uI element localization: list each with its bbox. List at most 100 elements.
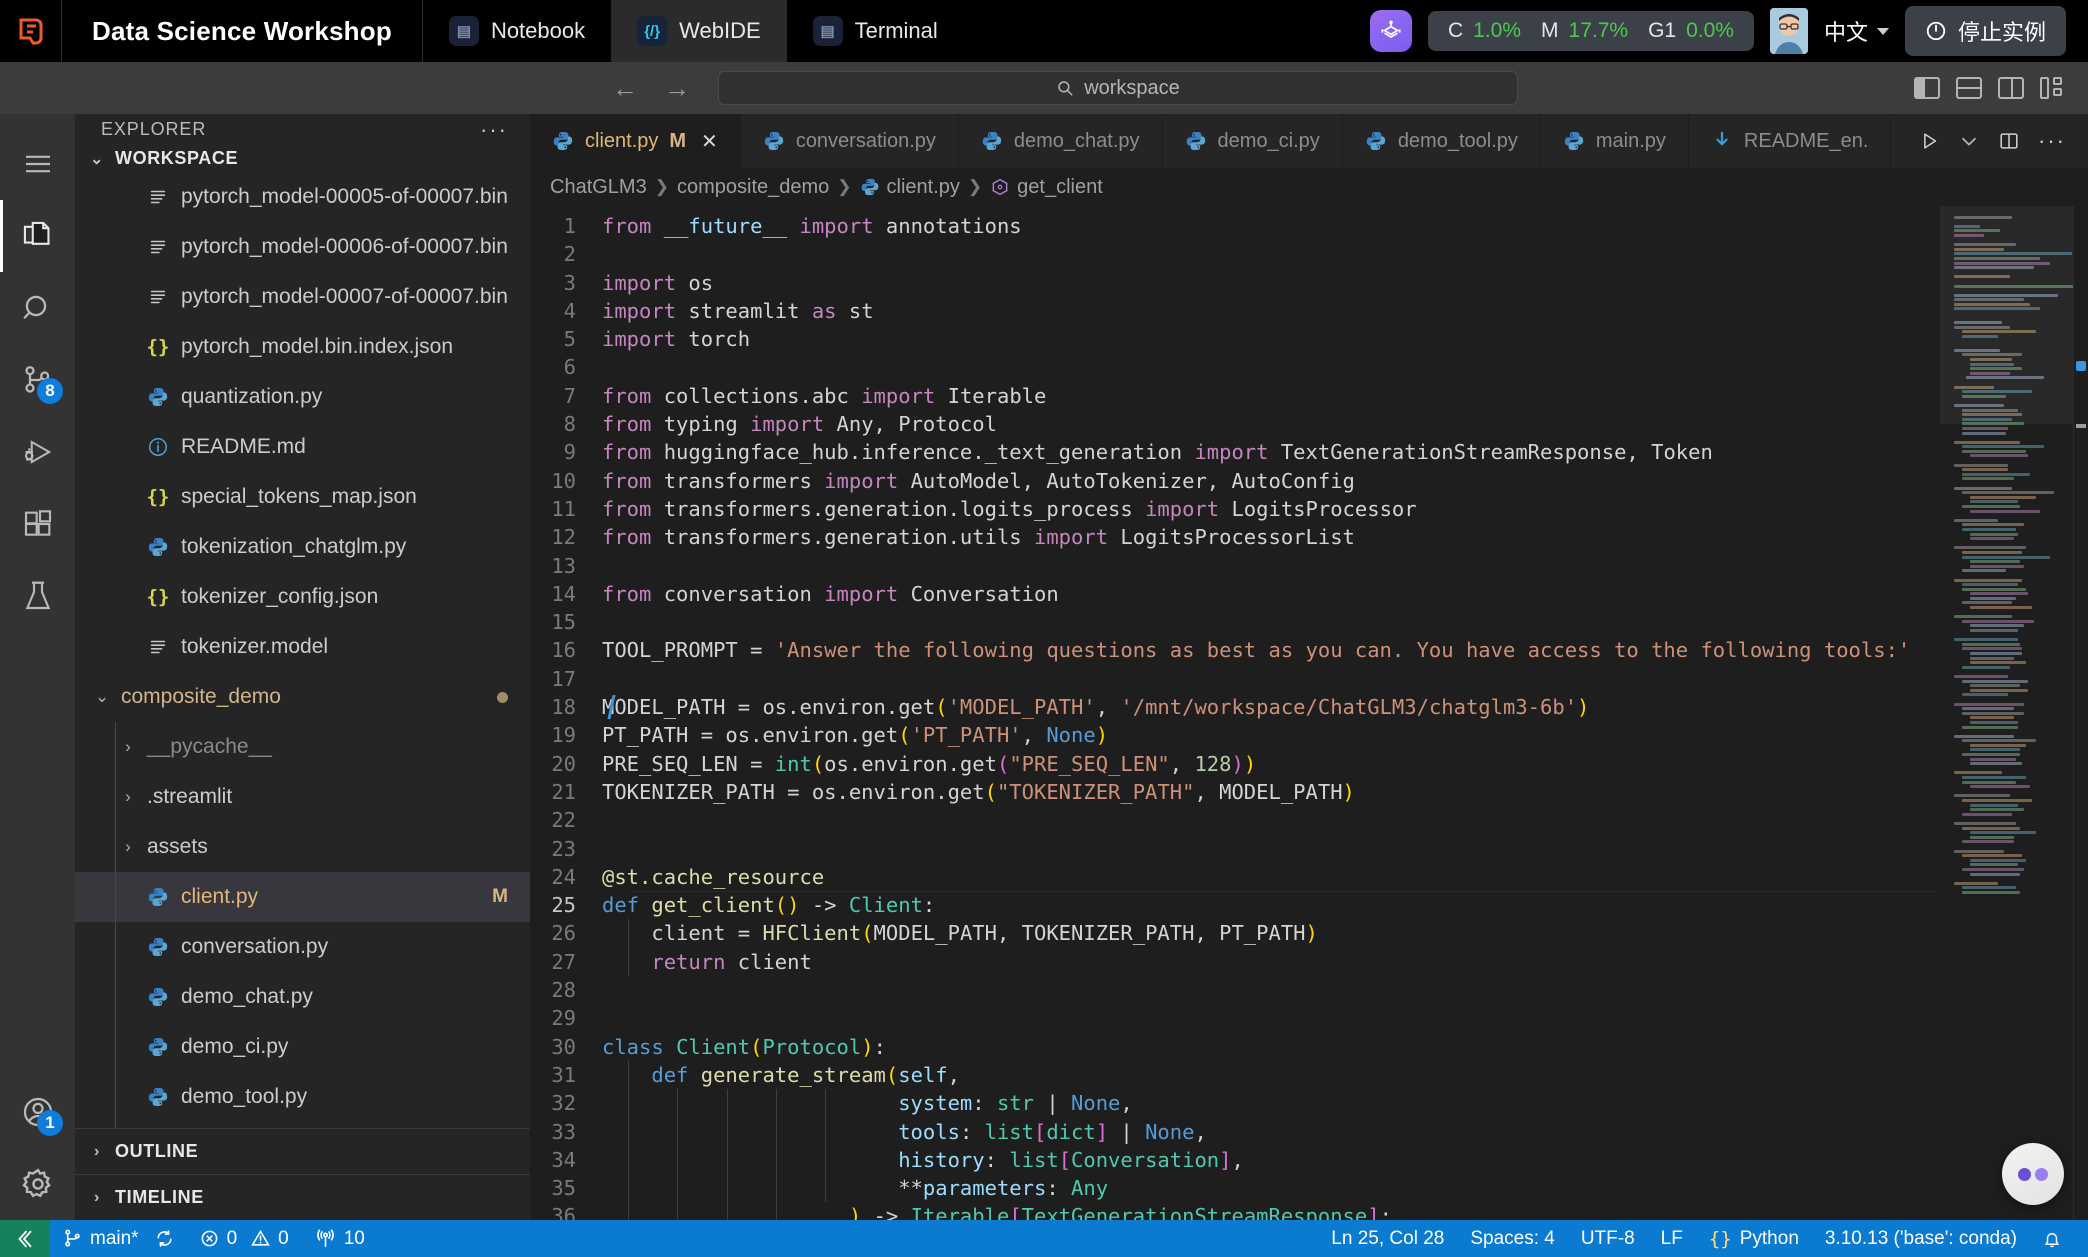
minimap-line — [1970, 716, 2014, 719]
tree-file-tokenization-chatglm-py[interactable]: tokenization_chatglm.py — [75, 522, 530, 572]
status-problems[interactable]: 0 0 — [187, 1220, 302, 1257]
editor-scrollbar[interactable] — [2074, 206, 2088, 1220]
tab-main-py[interactable]: main.py — [1541, 114, 1689, 168]
status-branch[interactable]: main* — [50, 1220, 187, 1257]
tree-file-client-py[interactable]: client.pyM — [75, 872, 530, 922]
workspace-section-header[interactable]: ⌄ WORKSPACE — [75, 146, 530, 172]
indent-guide — [825, 1174, 826, 1202]
tree-file-demo-chat-py[interactable]: demo_chat.py — [75, 972, 530, 1022]
minimap-line — [1962, 505, 2020, 508]
chevron-down-icon[interactable] — [1958, 130, 1980, 152]
more-actions-icon[interactable]: ··· — [480, 117, 508, 143]
sidebar-item-accounts[interactable]: 1 — [0, 1076, 75, 1148]
sidebar-item-testing[interactable] — [0, 560, 75, 632]
more-actions-icon[interactable]: ··· — [2038, 128, 2066, 154]
breadcrumb-item-get-client[interactable]: get_client — [990, 176, 1103, 199]
remote-window-button[interactable] — [0, 1220, 50, 1257]
outline-panel-header[interactable]: › OUTLINE — [75, 1128, 530, 1174]
timeline-panel-header[interactable]: › TIMELINE — [75, 1174, 530, 1220]
platform-tab-terminal[interactable]: ▤ Terminal — [787, 0, 964, 62]
search-input[interactable]: workspace — [718, 71, 1518, 105]
tree-file-pytorch-model-00007-of-00007-bin[interactable]: pytorch_model-00007-of-00007.bin — [75, 272, 530, 322]
tree-file-tokenizer-model[interactable]: tokenizer.model — [75, 622, 530, 672]
tree-file-special-tokens-map-json[interactable]: {}special_tokens_map.json — [75, 472, 530, 522]
sidebar-item-source-control[interactable]: 8 — [0, 344, 75, 416]
tree-folder--streamlit[interactable]: ›.streamlit — [75, 772, 530, 822]
status-python-interpreter[interactable]: 3.10.13 ('base': conda) — [1812, 1220, 2030, 1257]
scrollbar-marker-cursor — [2076, 361, 2086, 371]
tree-file-readme-md[interactable]: README.md — [75, 422, 530, 472]
close-icon[interactable]: ✕ — [701, 129, 718, 154]
tree-file-conversation-py[interactable]: conversation.py — [75, 922, 530, 972]
source-code[interactable]: 1from __future__ import annotations 2 3i… — [530, 206, 1940, 1220]
sidebar-item-settings[interactable] — [0, 1148, 75, 1220]
language-selector[interactable]: 中文 — [1824, 15, 1889, 47]
code-token: ( — [750, 1035, 762, 1059]
minimap[interactable] — [1940, 206, 2088, 1220]
code-token: ) — [1244, 752, 1256, 776]
tree-folder--pycache-[interactable]: ›__pycache__ — [75, 722, 530, 772]
sidebar-item-run-and-debug[interactable] — [0, 416, 75, 488]
tree-file-tokenizer-config-json[interactable]: {}tokenizer_config.json — [75, 572, 530, 622]
toggle-secondary-sidebar-icon[interactable] — [1998, 77, 2024, 99]
status-eol[interactable]: LF — [1648, 1220, 1696, 1257]
tab-conversation-py[interactable]: conversation.py — [741, 114, 959, 168]
tab-readme-en-[interactable]: README_en. — [1689, 114, 1892, 168]
tab-client-py[interactable]: client.pyM✕ — [530, 114, 741, 168]
python-icon — [147, 1036, 169, 1058]
go-back-button[interactable]: ← — [612, 75, 638, 101]
assistant-bubble[interactable] — [2002, 1143, 2064, 1205]
tree-file-main-py[interactable]: main.py — [75, 1122, 530, 1128]
line-number: 13 — [530, 552, 602, 580]
code-token — [651, 214, 663, 238]
sidebar-item-extensions[interactable] — [0, 488, 75, 560]
scrollbar-thumb[interactable] — [2076, 424, 2086, 428]
platform-tab-webide[interactable]: {/} WebIDE — [611, 0, 787, 62]
tree-file-quantization-py[interactable]: quantization.py — [75, 372, 530, 422]
breadcrumb-item-client-py[interactable]: client.py — [860, 176, 960, 199]
sidebar-item-menu[interactable] — [0, 128, 75, 200]
tab-demo-tool-py[interactable]: demo_tool.py — [1343, 114, 1541, 168]
assistant-app-icon[interactable] — [1370, 10, 1412, 52]
code-content[interactable]: 1from __future__ import annotations 2 3i… — [530, 206, 1940, 1220]
avatar[interactable] — [1770, 8, 1808, 54]
minimap-line — [1962, 868, 2024, 871]
toggle-panel-icon[interactable] — [1956, 77, 1982, 99]
tree-file-demo-ci-py[interactable]: demo_ci.py — [75, 1022, 530, 1072]
customize-layout-icon[interactable] — [2040, 77, 2066, 99]
app-logo-icon[interactable] — [0, 0, 62, 62]
status-ports[interactable]: 10 — [302, 1220, 378, 1257]
sidebar-item-search[interactable] — [0, 272, 75, 344]
go-forward-button[interactable]: → — [664, 75, 690, 101]
more-actions-icon[interactable]: ··· — [2038, 128, 2066, 154]
minimap-line — [1962, 739, 2036, 742]
stop-instance-button[interactable]: 停止实例 — [1905, 6, 2066, 56]
indent-guide — [677, 1118, 678, 1146]
code-token: , — [1170, 752, 1195, 776]
toggle-primary-sidebar-icon[interactable] — [1914, 77, 1940, 99]
stop-instance-label: 停止实例 — [1958, 15, 2046, 47]
tab-demo-ci-py[interactable]: demo_ci.py — [1163, 114, 1343, 168]
status-indentation[interactable]: Spaces: 4 — [1457, 1220, 1568, 1257]
tree-folder-composite-demo[interactable]: ⌄composite_demo — [75, 672, 530, 722]
breadcrumb-item-chatglm3[interactable]: ChatGLM3 — [550, 176, 647, 199]
code-line: 21TOKENIZER_PATH = os.environ.get("TOKEN… — [530, 778, 1940, 806]
status-language-mode[interactable]: {} Python — [1696, 1220, 1812, 1257]
tab-demo-chat-py[interactable]: demo_chat.py — [959, 114, 1163, 168]
tree-file-demo-tool-py[interactable]: demo_tool.py — [75, 1072, 530, 1122]
run-icon[interactable] — [1918, 130, 1940, 152]
sidebar-item-explorer[interactable] — [0, 200, 75, 272]
tree-folder-assets[interactable]: ›assets — [75, 822, 530, 872]
status-notifications[interactable] — [2030, 1220, 2074, 1257]
tree-file-pytorch-model-bin-index-json[interactable]: {}pytorch_model.bin.index.json — [75, 322, 530, 372]
indent-guide — [628, 948, 629, 976]
code-token: , — [1120, 1091, 1132, 1115]
platform-tab-notebook[interactable]: ▤ Notebook — [423, 0, 611, 62]
breadcrumb-item-composite-demo[interactable]: composite_demo — [677, 176, 829, 199]
minimap-viewport-slider[interactable] — [1940, 206, 2074, 424]
tree-file-pytorch-model-00006-of-00007-bin[interactable]: pytorch_model-00006-of-00007.bin — [75, 222, 530, 272]
status-encoding[interactable]: UTF-8 — [1568, 1220, 1648, 1257]
split-editor-icon[interactable] — [1998, 130, 2020, 152]
tree-file-pytorch-model-00005-of-00007-bin[interactable]: pytorch_model-00005-of-00007.bin — [75, 172, 530, 222]
status-cursor-position[interactable]: Ln 25, Col 28 — [1318, 1220, 1457, 1257]
